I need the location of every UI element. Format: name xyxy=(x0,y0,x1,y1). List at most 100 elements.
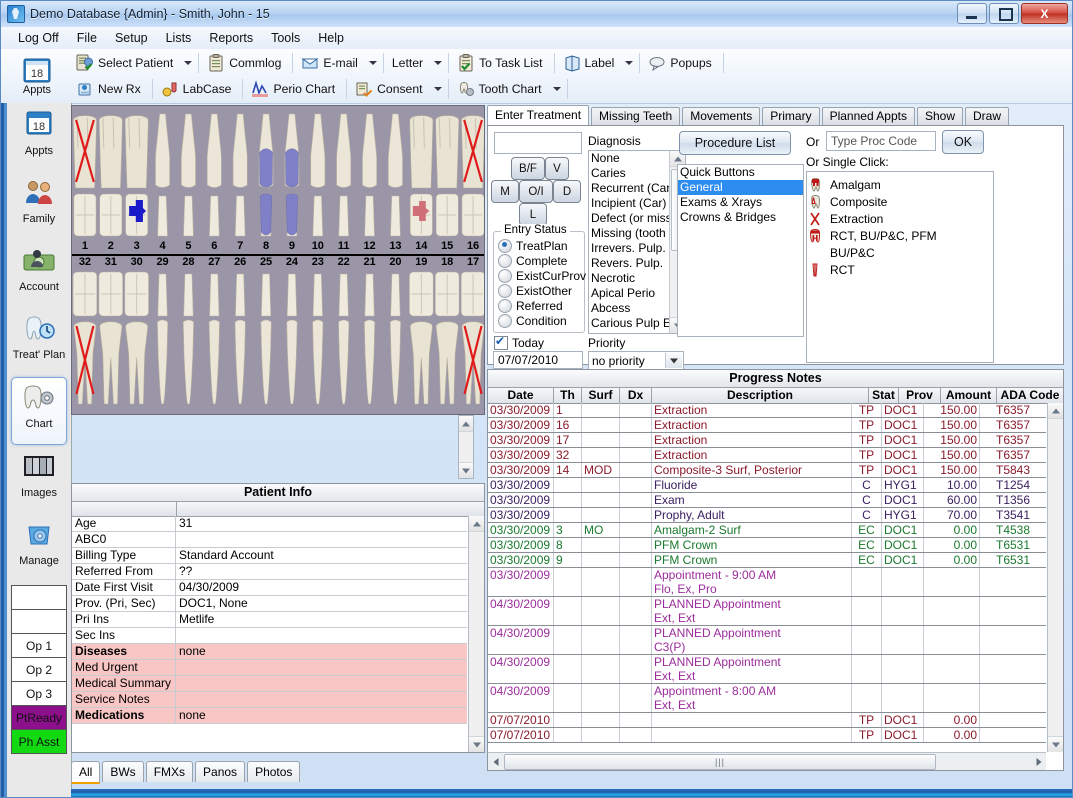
lower-tooth-number[interactable]: 28 xyxy=(176,256,202,270)
patient-info-scroll-down[interactable] xyxy=(469,736,484,752)
scroll-down-arrow[interactable] xyxy=(459,462,473,478)
tab-primary[interactable]: Primary xyxy=(762,107,819,126)
table-row[interactable]: 03/30/2009Appointment - 9:00 AM Flo, Ex,… xyxy=(488,568,1046,597)
label-dropdown-arrow[interactable] xyxy=(622,53,636,73)
diagnosis-item[interactable]: None xyxy=(589,151,669,166)
upper-tooth-number[interactable]: 12 xyxy=(357,240,383,254)
tab-panos[interactable]: Panos xyxy=(195,761,245,782)
hscroll-thumb[interactable]: ||| xyxy=(504,754,936,770)
diagnosis-item[interactable]: Caries xyxy=(589,166,669,181)
proc-rct[interactable]: RCT xyxy=(807,261,993,278)
maximize-button[interactable] xyxy=(989,3,1019,24)
proc-composite[interactable]: Composite xyxy=(807,193,993,210)
tab-all[interactable]: All xyxy=(71,761,100,784)
patient-info-row[interactable]: Sec Ins xyxy=(72,628,467,644)
patient-info-row[interactable]: Service Notes xyxy=(72,692,467,708)
letter-button[interactable]: Letter xyxy=(387,49,431,77)
patient-info-row[interactable]: Diseasesnone xyxy=(72,644,467,660)
labcase-button[interactable]: LabCase xyxy=(156,75,240,103)
patient-info-row[interactable]: ABC0 xyxy=(72,532,467,548)
upper-tooth-number[interactable]: 14 xyxy=(408,240,434,254)
sidebar-item-chart[interactable]: Chart xyxy=(11,377,67,445)
upper-tooth-number[interactable]: 16 xyxy=(460,240,485,254)
menu-item-file[interactable]: File xyxy=(68,29,106,47)
lower-tooth-number[interactable]: 27 xyxy=(201,256,227,270)
tab-movements[interactable]: Movements xyxy=(682,107,760,126)
procedure-list-button[interactable]: Procedure List xyxy=(679,131,791,155)
patient-info-scrollbar[interactable] xyxy=(468,516,484,752)
to-task-list-button[interactable]: To Task List xyxy=(452,49,550,77)
table-row[interactable]: 03/30/200914MODComposite-3 Surf, Posteri… xyxy=(488,463,1046,478)
table-row[interactable]: 04/30/2009Appointment - 8:00 AM Ext, Ext xyxy=(488,684,1046,713)
column-header-description[interactable]: Description xyxy=(652,388,869,403)
surface-button-bf[interactable]: B/F xyxy=(511,157,545,180)
lower-tooth-number[interactable]: 21 xyxy=(357,256,383,270)
diagnosis-item[interactable]: Apical Perio xyxy=(589,286,669,301)
tooth-chart-button[interactable]: Tooth Chart xyxy=(452,75,550,103)
lower-tooth-number[interactable]: 17 xyxy=(460,256,485,270)
tab-photos[interactable]: Photos xyxy=(247,761,300,782)
proc-bu-pc[interactable]: BU/P&C xyxy=(807,244,993,261)
lower-tooth-number[interactable]: 25 xyxy=(253,256,279,270)
sidebar-item-family[interactable]: Family xyxy=(11,173,67,239)
op-button-ptready[interactable]: PtReady xyxy=(11,706,67,730)
sidebar-item-images[interactable]: Images xyxy=(11,447,67,513)
lower-tooth-number[interactable]: 31 xyxy=(98,256,124,270)
lower-tooth-number[interactable]: 19 xyxy=(408,256,434,270)
column-header-date[interactable]: Date xyxy=(488,388,554,403)
entry-status-existother[interactable]: ExistOther xyxy=(494,283,584,298)
treatment-date-input[interactable]: 07/07/2010 xyxy=(493,351,583,369)
diagnosis-item[interactable]: Defect (or miss xyxy=(589,211,669,226)
menu-item-logoff[interactable]: Log Off xyxy=(9,29,68,47)
tab-draw[interactable]: Draw xyxy=(965,107,1009,126)
lower-tooth-number[interactable]: 32 xyxy=(72,256,98,270)
tab-fmxs[interactable]: FMXs xyxy=(146,761,193,782)
table-row[interactable]: 03/30/20093MOAmalgam-2 SurfECDOC10.00T45… xyxy=(488,523,1046,538)
priority-dropdown[interactable]: no priority xyxy=(588,351,684,370)
upper-tooth-number[interactable]: 3 xyxy=(124,240,150,254)
entry-status-referred[interactable]: Referred xyxy=(494,298,584,313)
table-row[interactable]: 03/30/20098PFM CrownECDOC10.00T6531 xyxy=(488,538,1046,553)
table-row[interactable]: 04/30/2009PLANNED Appointment Ext, Ext xyxy=(488,597,1046,626)
column-header-surf[interactable]: Surf xyxy=(582,388,620,403)
lower-tooth-number[interactable]: 24 xyxy=(279,256,305,270)
upper-tooth-number[interactable]: 8 xyxy=(253,240,279,254)
op-button-blank-2[interactable] xyxy=(11,610,67,634)
progress-notes-scroll-down[interactable] xyxy=(1048,736,1063,752)
surface-button-m[interactable]: M xyxy=(491,180,519,203)
patient-info-scroll-up[interactable] xyxy=(469,516,484,532)
upper-tooth-number[interactable]: 15 xyxy=(434,240,460,254)
quick-button-exams-xrays[interactable]: Exams & Xrays xyxy=(678,195,803,210)
op-button-op1[interactable]: Op 1 xyxy=(11,634,67,658)
entry-status-condition[interactable]: Condition xyxy=(494,313,584,328)
table-row[interactable]: 07/07/2010TPDOC10.00 xyxy=(488,713,1046,728)
progress-notes-scroll-up[interactable] xyxy=(1048,403,1063,419)
today-checkbox-row[interactable]: Today xyxy=(494,336,544,350)
table-row[interactable]: 04/30/2009PLANNED Appointment C3(P) xyxy=(488,626,1046,655)
sidebar-item-treatplan[interactable]: Treat' Plan xyxy=(11,309,67,375)
label-button[interactable]: Label xyxy=(558,49,623,77)
chevron-down-icon[interactable] xyxy=(665,353,682,368)
upper-tooth-number[interactable]: 5 xyxy=(176,240,202,254)
upper-tooth-number[interactable]: 11 xyxy=(331,240,357,254)
lower-tooth-number[interactable]: 29 xyxy=(150,256,176,270)
lower-tooth-number[interactable]: 26 xyxy=(227,256,253,270)
entry-status-existcurprov[interactable]: ExistCurProv xyxy=(494,268,584,283)
patient-info-row[interactable]: Medicationsnone xyxy=(72,708,467,724)
entry-status-complete[interactable]: Complete xyxy=(494,253,584,268)
lower-tooth-number[interactable]: 22 xyxy=(331,256,357,270)
upper-tooth-number[interactable]: 13 xyxy=(383,240,409,254)
tab-enter-treatment[interactable]: Enter Treatment xyxy=(487,105,589,126)
menu-item-setup[interactable]: Setup xyxy=(106,29,157,47)
tab-missing-teeth[interactable]: Missing Teeth xyxy=(591,107,680,126)
surface-button-l[interactable]: L xyxy=(519,203,547,226)
diagnosis-item[interactable]: Recurrent (Car) xyxy=(589,181,669,196)
select-patient-button[interactable]: Select Patient xyxy=(71,49,181,77)
column-header-dx[interactable]: Dx xyxy=(620,388,652,403)
sidebar-item-appts[interactable]: 18 Appts xyxy=(11,105,67,171)
column-header-stat[interactable]: Stat xyxy=(869,388,899,403)
lower-tooth-number[interactable]: 18 xyxy=(434,256,460,270)
patient-info-row[interactable]: Date First Visit04/30/2009 xyxy=(72,580,467,596)
minimize-button[interactable] xyxy=(957,3,987,24)
quick-button-crowns-bridges[interactable]: Crowns & Bridges xyxy=(678,210,803,225)
